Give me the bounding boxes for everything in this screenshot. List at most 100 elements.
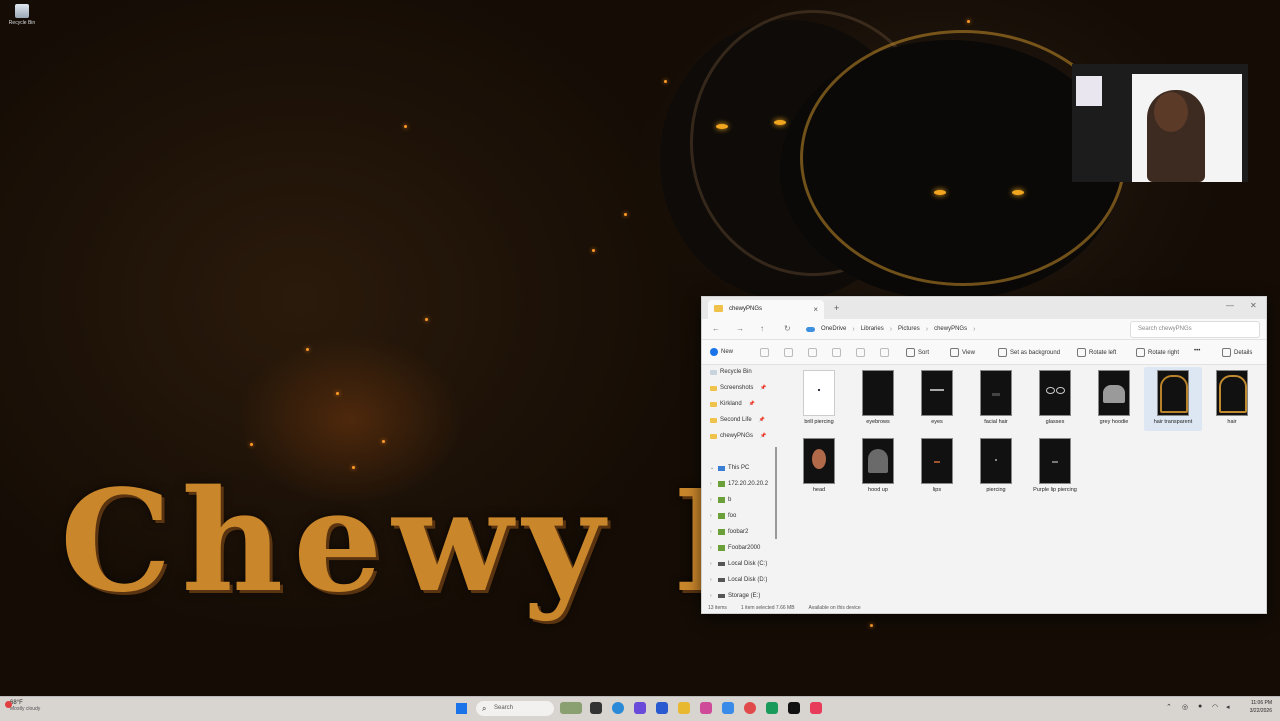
copilot-icon[interactable]: [634, 702, 646, 714]
sidebar-item-drive[interactable]: › Local Disk (D:): [710, 574, 767, 586]
microphone-icon[interactable]: ●: [1198, 703, 1202, 710]
sidebar-item-screenshots[interactable]: Screenshots 📌: [710, 382, 767, 394]
windows-start-icon[interactable]: [456, 703, 467, 714]
chevron-up-icon[interactable]: ⌃: [1166, 703, 1172, 711]
file-item[interactable]: facial hair: [967, 367, 1025, 431]
file-item[interactable]: grey hoodie: [1085, 367, 1143, 431]
sidebar-item-recycle-bin[interactable]: Recycle Bin: [710, 366, 752, 378]
breadcrumb-chewypngs[interactable]: chewyPNGs: [934, 326, 967, 332]
share-icon[interactable]: [856, 348, 865, 357]
selection-info: 1 item selected 7.66 MB: [740, 605, 795, 611]
file-item[interactable]: eyebrows: [849, 367, 907, 431]
sidebar-item-chewypngs[interactable]: chewyPNGs 📌: [710, 430, 766, 442]
chevron-right-icon: ›: [710, 577, 712, 583]
file-item[interactable]: Purple lip piercing: [1026, 435, 1084, 499]
view-button[interactable]: View: [950, 348, 975, 357]
instagram-icon[interactable]: [700, 702, 712, 714]
set-background-label: Set as background: [1010, 349, 1061, 356]
music-app-icon[interactable]: [810, 702, 822, 714]
rotate-left-button[interactable]: Rotate left: [1077, 348, 1116, 357]
sidebar-item-drive[interactable]: › Foobar2000: [710, 542, 760, 554]
wallpaper-icon: [998, 348, 1007, 357]
app-green-icon[interactable]: [766, 702, 778, 714]
file-name: brill piercing: [804, 419, 834, 425]
details-label: Details: [1234, 349, 1253, 356]
view-label: View: [962, 349, 975, 356]
sidebar-scrollbar[interactable]: [775, 447, 777, 539]
app-icon[interactable]: [656, 702, 668, 714]
breadcrumb[interactable]: OneDrive › Libraries › Pictures › chewyP…: [806, 321, 1112, 337]
minimize-button[interactable]: —: [1226, 301, 1234, 310]
sidebar-item-kirkland[interactable]: Kirkland 📌: [710, 398, 755, 410]
sidebar-item-drive[interactable]: › 172.20.20.20.2: [710, 478, 768, 490]
close-tab-icon[interactable]: ×: [813, 305, 818, 314]
sidebar-item-drive[interactable]: › b: [710, 494, 731, 506]
status-bar: 13 items 1 item selected 7.66 MB Availab…: [708, 605, 861, 611]
file-item[interactable]: hair: [1203, 367, 1261, 431]
file-item[interactable]: brill piercing: [790, 367, 848, 431]
file-item[interactable]: piercing: [967, 435, 1025, 499]
clock[interactable]: 11:06 PM 3/22/2026: [1238, 699, 1272, 715]
task-view-icon[interactable]: [590, 702, 602, 714]
image-thumbnail: [921, 370, 953, 416]
image-thumbnail: [1098, 370, 1130, 416]
file-item-selected[interactable]: hair transparent: [1144, 367, 1202, 431]
opera-icon[interactable]: [744, 702, 756, 714]
rename-icon[interactable]: [832, 348, 841, 357]
copy-icon[interactable]: [784, 348, 793, 357]
recycle-bin-desktop-icon[interactable]: Recycle Bin: [4, 4, 40, 26]
file-item[interactable]: eyes: [908, 367, 966, 431]
taskbar-search[interactable]: ⌕ Search: [476, 701, 554, 716]
details-button[interactable]: Details: [1222, 348, 1252, 357]
forward-arrow-icon[interactable]: →: [736, 324, 744, 333]
sidebar-item-drive[interactable]: › foobar2: [710, 526, 748, 538]
chevron-right-icon: ›: [710, 529, 712, 535]
rotate-right-button[interactable]: Rotate right: [1136, 348, 1179, 357]
sidebar-item-this-pc[interactable]: ⌄ This PC: [710, 462, 749, 474]
x-twitter-icon[interactable]: [788, 702, 800, 714]
close-window-button[interactable]: ✕: [1250, 301, 1257, 310]
sidebar-item-label: Second Life: [720, 417, 752, 423]
file-item[interactable]: glasses: [1026, 367, 1084, 431]
file-item[interactable]: lips: [908, 435, 966, 499]
bluesky-icon[interactable]: [722, 702, 734, 714]
wifi-icon[interactable]: ◠: [1212, 703, 1218, 711]
set-as-background-button[interactable]: Set as background: [998, 348, 1060, 357]
breadcrumb-pictures[interactable]: Pictures: [898, 326, 920, 332]
sidebar-item-drive[interactable]: › Local Disk (C:): [710, 558, 767, 570]
sidebar-item-drive[interactable]: › Storage (E:): [710, 590, 760, 602]
sidebar-item-label: b: [728, 497, 732, 503]
cut-icon[interactable]: [760, 348, 769, 357]
sidebar-item-second-life[interactable]: Second Life 📌: [710, 414, 765, 426]
file-explorer-icon[interactable]: [678, 702, 690, 714]
sidebar-item-drive[interactable]: › foo: [710, 510, 736, 522]
refresh-icon[interactable]: ↻: [784, 324, 791, 333]
network-tray-icon[interactable]: ◎: [1182, 703, 1188, 711]
sort-button[interactable]: Sort: [906, 348, 929, 357]
tab-chewypngs[interactable]: chewyPNGs ×: [708, 300, 824, 319]
breadcrumb-libraries[interactable]: Libraries: [861, 326, 884, 332]
chevron-right-icon: ›: [710, 513, 712, 519]
file-item[interactable]: hood up: [849, 435, 907, 499]
delete-icon[interactable]: [880, 348, 889, 357]
taskbar: 68°F Mostly cloudy ⌕ Search ⌃ ◎ ● ◠ ◂ 11…: [0, 696, 1280, 721]
folder-icon: [710, 385, 717, 391]
item-count: 13 items: [708, 605, 727, 611]
rotate-left-icon: [1077, 348, 1086, 357]
chevron-right-icon: ›: [973, 325, 976, 333]
search-input[interactable]: Search chewyPNGs: [1130, 321, 1260, 338]
file-item[interactable]: head: [790, 435, 848, 499]
news-widget-icon[interactable]: [560, 702, 582, 714]
back-arrow-icon[interactable]: ←: [712, 324, 720, 333]
volume-icon[interactable]: ◂: [1226, 703, 1230, 711]
new-tab-button[interactable]: +: [834, 303, 839, 313]
paste-icon[interactable]: [808, 348, 817, 357]
sidebar-item-label: chewyPNGs: [720, 433, 754, 439]
breadcrumb-onedrive[interactable]: OneDrive: [821, 326, 846, 332]
up-arrow-icon[interactable]: ↑: [760, 324, 764, 333]
edge-browser-icon[interactable]: [612, 702, 624, 714]
weather-widget[interactable]: 68°F Mostly cloudy: [5, 700, 40, 712]
more-options-button[interactable]: •••: [1194, 348, 1200, 354]
sidebar-item-label: foo: [728, 513, 737, 519]
new-button[interactable]: New: [710, 348, 733, 356]
